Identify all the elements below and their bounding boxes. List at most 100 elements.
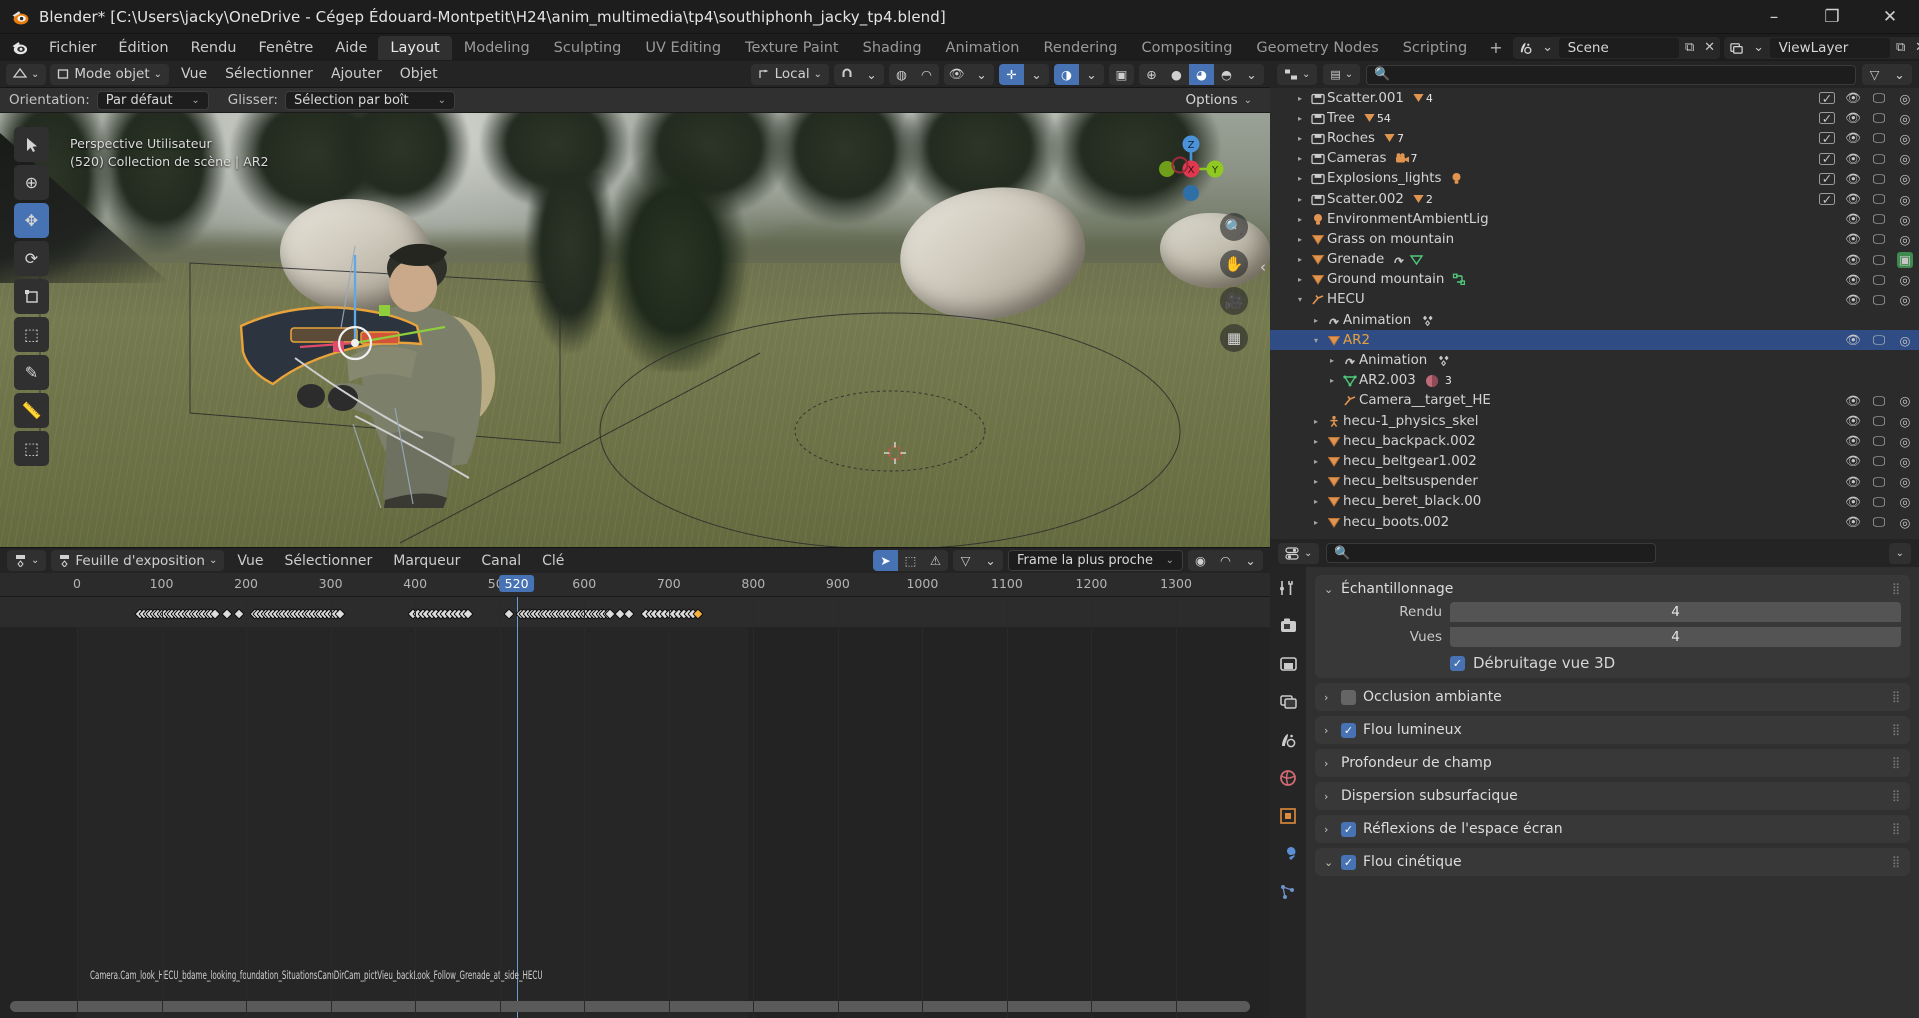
filter-icon[interactable]: ▽ xyxy=(953,550,978,571)
disclosure-triangle-icon[interactable]: ▸ xyxy=(1292,134,1308,143)
properties-search-input[interactable]: 🔍 xyxy=(1326,543,1657,563)
hand-icon[interactable]: ✋ xyxy=(1220,250,1248,278)
disable-in-viewports-screen-icon[interactable]: 🖵 xyxy=(1871,90,1887,106)
disable-in-viewports-screen-icon[interactable]: 🖵 xyxy=(1871,514,1887,530)
chevron-right-icon[interactable]: › xyxy=(1324,790,1334,803)
snap-magnet-icon[interactable] xyxy=(834,64,859,85)
outliner-row[interactable]: ▸ hecu_beret_black.00 👁 🖵 ◎ xyxy=(1270,492,1919,512)
disclosure-triangle-icon[interactable]: ▸ xyxy=(1292,174,1308,183)
disable-in-renders-camera-icon[interactable]: ◎ xyxy=(1897,111,1913,126)
shading-material-preview-icon[interactable]: ◕ xyxy=(1189,63,1214,85)
property-value-field[interactable]: 4 xyxy=(1450,602,1901,622)
panel-grip-dots[interactable]: ⣿ xyxy=(1892,691,1901,702)
disable-in-viewports-screen-icon[interactable]: 🖵 xyxy=(1871,393,1887,409)
chevron-right-icon[interactable]: › xyxy=(1324,757,1334,770)
outliner-row[interactable]: ▸ Animation xyxy=(1270,350,1919,370)
disclosure-triangle-icon[interactable]: ▸ xyxy=(1308,477,1324,486)
warning-icon[interactable]: ⚠ xyxy=(923,550,948,571)
tool-move[interactable]: ✥ xyxy=(14,203,49,238)
exclude-checkbox[interactable]: ✓ xyxy=(1819,111,1835,126)
outliner-filter-display-button[interactable]: ▤ ⌄ xyxy=(1323,64,1361,85)
tool-tweak[interactable] xyxy=(14,127,49,162)
workspace-tab-shading[interactable]: Shading xyxy=(851,36,934,60)
camera-view-icon[interactable]: 🎥 xyxy=(1220,287,1248,315)
disclosure-triangle-icon[interactable]: ▸ xyxy=(1308,518,1324,527)
scene-chevron-down-icon[interactable]: ⌄ xyxy=(1538,38,1558,58)
dopesheet-mode-dropdown[interactable]: Feuille d'exposition ⌄ xyxy=(51,550,225,571)
disable-in-renders-camera-icon[interactable]: ◎ xyxy=(1897,232,1913,247)
workspace-tab-scripting[interactable]: Scripting xyxy=(1391,36,1479,60)
dopesheet-proportional-group[interactable]: ◉ ◠ ⌄ xyxy=(1188,550,1263,571)
dopesheet-menu-marqueur[interactable]: Marqueur xyxy=(385,551,468,571)
snap-mode-dropdown[interactable]: Frame la plus proche ⌄ xyxy=(1008,550,1183,571)
hide-in-viewport-eye-icon[interactable]: 👁 xyxy=(1845,211,1861,227)
xray-group[interactable]: ▣ xyxy=(1109,63,1134,85)
hide-in-viewport-eye-icon[interactable]: 👁 xyxy=(1845,453,1861,469)
viewport-menu-vue[interactable]: Vue xyxy=(173,64,215,84)
disable-in-renders-camera-icon[interactable]: ◎ xyxy=(1897,192,1913,207)
outliner-row[interactable]: ▸ EnvironmentAmbientLig 👁 🖵 ◎ xyxy=(1270,209,1919,229)
keyframe-marker[interactable] xyxy=(623,608,635,620)
properties-panel[interactable]: ⌄ ✓ Flou cinétique ⣿ xyxy=(1315,848,1910,876)
outliner-row[interactable]: ▸ Explosions_lights ✓ 👁 🖵 ◎ xyxy=(1270,169,1919,189)
panel-enable-checkbox[interactable]: ✓ xyxy=(1341,821,1356,837)
menu-fenetre[interactable]: Fenêtre xyxy=(248,37,325,59)
panel-grip-dots[interactable]: ⣿ xyxy=(1892,583,1901,594)
new-viewlayer-icon[interactable]: ⧉ xyxy=(1891,38,1911,58)
sidebar-toggle-arrow[interactable]: ‹ xyxy=(1260,258,1266,276)
shading-chevron-down-icon[interactable]: ⌄ xyxy=(1239,64,1264,85)
disable-in-renders-camera-icon[interactable]: ◎ xyxy=(1897,434,1913,449)
disable-in-viewports-screen-icon[interactable]: 🖵 xyxy=(1871,494,1887,510)
tool-rotate[interactable]: ⟳ xyxy=(14,241,49,276)
disclosure-triangle-icon[interactable]: ▸ xyxy=(1292,275,1308,284)
workspace-tab-uv-editing[interactable]: UV Editing xyxy=(633,36,733,60)
disable-in-renders-camera-icon[interactable]: ◎ xyxy=(1897,454,1913,469)
properties-options-button[interactable]: ⌄ xyxy=(1888,542,1911,564)
outliner-search-input[interactable]: 🔍 xyxy=(1366,64,1856,85)
snapping-group[interactable]: ⌄ xyxy=(834,63,884,85)
filter-chevron-down-icon[interactable]: ⌄ xyxy=(1887,64,1912,85)
outliner-row[interactable]: ▸ Tree 54 ✓ 👁 🖵 ◎ xyxy=(1270,108,1919,128)
scene-name[interactable]: Scene xyxy=(1558,37,1679,58)
scene-selector[interactable]: ⌄ Scene ⧉ ✕ xyxy=(1512,36,1720,59)
close-button[interactable]: ✕ xyxy=(1861,0,1919,34)
panel-enable-checkbox[interactable] xyxy=(1341,689,1356,705)
outliner-filter-group[interactable]: ▽ ⌄ xyxy=(1862,64,1912,85)
exclude-checkbox[interactable]: ✓ xyxy=(1819,171,1835,186)
hide-in-viewport-eye-icon[interactable]: 👁 xyxy=(1845,130,1861,146)
disclosure-triangle-icon[interactable]: ▸ xyxy=(1324,356,1340,365)
properties-tab-render[interactable] xyxy=(1277,615,1299,637)
zoom-icon[interactable]: 🔍 xyxy=(1220,213,1248,241)
shading-rendered-icon[interactable]: ◓ xyxy=(1214,64,1239,85)
overlays-group[interactable]: ◑ ⌄ xyxy=(1054,63,1104,85)
chevron-right-icon[interactable]: › xyxy=(1324,724,1334,737)
overlays-chevron-down-icon[interactable]: ⌄ xyxy=(1079,64,1104,85)
shading-mode-group[interactable]: ⊕ ● ◕ ◓ ⌄ xyxy=(1139,63,1264,85)
proportional-icon[interactable]: ◉ xyxy=(1188,550,1213,571)
workspace-tab-modeling[interactable]: Modeling xyxy=(452,36,542,60)
dopesheet-menu-canal[interactable]: Canal xyxy=(473,551,529,571)
orientation-dropdown[interactable]: Par défaut ⌄ xyxy=(96,90,209,110)
hide-in-viewport-eye-icon[interactable]: 👁 xyxy=(1845,413,1861,429)
panel-header[interactable]: ⌄ Échantillonnage ⣿ xyxy=(1324,581,1901,597)
workspace-tab-sculpting[interactable]: Sculpting xyxy=(542,36,634,60)
disclosure-triangle-icon[interactable]: ▸ xyxy=(1292,255,1308,264)
workspace-tab-geometry-nodes[interactable]: Geometry Nodes xyxy=(1244,36,1390,60)
tool-transform[interactable]: ⬚ xyxy=(14,317,49,352)
panel-grip-dots[interactable]: ⣿ xyxy=(1892,757,1901,768)
exclude-checkbox[interactable]: ✓ xyxy=(1819,131,1835,146)
outliner-tree[interactable]: ▸ Scatter.001 4 ✓ 👁 🖵 ◎ ▸ Tree 54 ✓ 👁 🖵 ◎ ▸ Roches 7 ✓ 👁 🖵 ◎… xyxy=(1270,88,1919,539)
panel-enable-checkbox[interactable]: ✓ xyxy=(1341,854,1356,870)
hide-in-viewport-eye-icon[interactable]: 👁 xyxy=(1845,292,1861,308)
viewport-menu-ajouter[interactable]: Ajouter xyxy=(323,64,390,84)
disclosure-triangle-icon[interactable]: ▸ xyxy=(1292,94,1308,103)
disable-in-renders-camera-icon[interactable]: ◎ xyxy=(1897,494,1913,509)
hide-in-viewport-eye-icon[interactable]: 👁 xyxy=(1845,252,1861,268)
remove-viewlayer-icon[interactable]: ✕ xyxy=(1911,38,1919,58)
disable-in-viewports-screen-icon[interactable]: 🖵 xyxy=(1871,171,1887,187)
workspace-tab-compositing[interactable]: Compositing xyxy=(1130,36,1245,60)
proportional-edit-icon[interactable]: ◍ xyxy=(889,64,914,85)
disable-in-viewports-screen-icon[interactable]: 🖵 xyxy=(1871,252,1887,268)
outliner-row[interactable]: ▸ hecu_boots.002 👁 🖵 ◎ xyxy=(1270,512,1919,532)
disable-in-renders-camera-icon[interactable]: ◎ xyxy=(1897,171,1913,186)
